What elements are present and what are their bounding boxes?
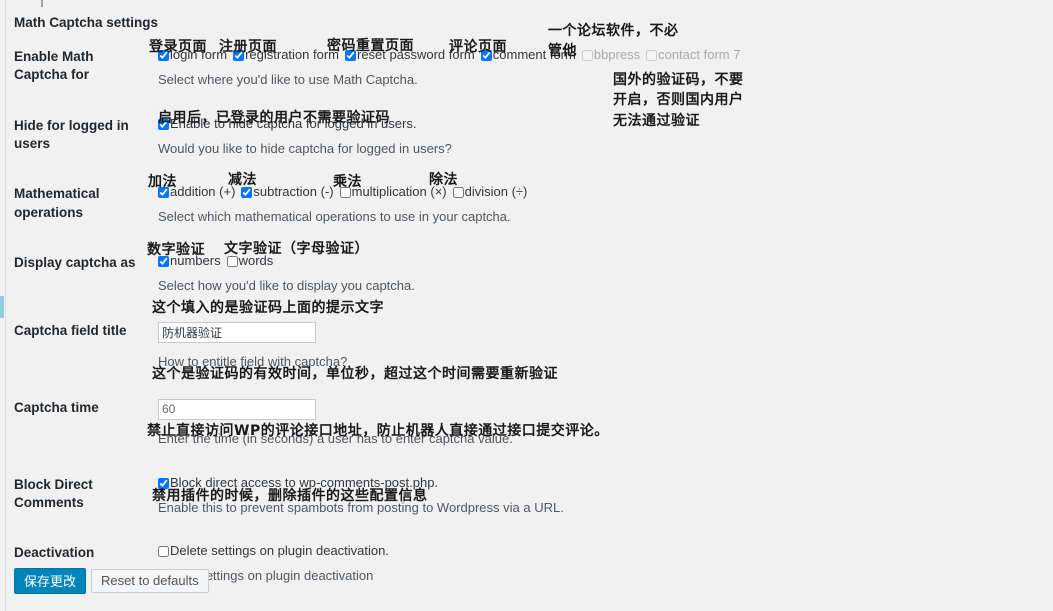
captcha-time-input[interactable] <box>158 398 316 420</box>
label-mathematical-operations: Mathematical operations <box>14 186 100 220</box>
label-enable-math-captcha-for: Enable Math Captcha for <box>14 49 94 83</box>
annotation-subtraction: 减法 <box>228 172 257 188</box>
row-hide-for-logged-in-users: Hide for logged in users Enable to hide … <box>6 103 966 172</box>
reset-to-defaults-button[interactable]: Reset to defaults <box>91 569 209 593</box>
description-deactivation: Delete settings on plugin deactivation <box>158 568 374 584</box>
settings-form-table: Math Captcha settings Enable Math Captch… <box>6 8 966 599</box>
checkbox-delete-settings[interactable]: Delete settings on plugin deactivation. <box>158 543 389 559</box>
annotation-login-page: 登录页面 <box>149 39 207 55</box>
annotation-numbers: 数字验证 <box>147 242 205 258</box>
annotation-words: 文字验证（字母验证） <box>224 241 369 257</box>
label-block-direct-comments: Block Direct Comments <box>14 476 93 510</box>
save-changes-button[interactable]: 保存更改 <box>14 568 87 594</box>
annotation-deactivation-note: 禁用插件的时候，删除插件的这些配置信息 <box>152 488 428 504</box>
form-actions: 保存更改 Reset to defaults <box>14 568 209 594</box>
annotation-foreign-captcha-note: 国外的验证码，不要 开启，否则国内用户 无法通过验证 <box>613 72 744 129</box>
description-display-as: Select how you'd like to display you cap… <box>158 277 415 293</box>
annotation-logged-in-note: 启用后，已登录的用户不需要验证码 <box>158 110 390 126</box>
annotation-reset-password-page: 密码重置页面 <box>327 38 414 54</box>
top-edge-nub <box>41 0 43 7</box>
label-captcha-time: Captcha time <box>14 399 99 415</box>
section-heading-row: Math Captcha settings <box>6 8 966 34</box>
annotation-forum-note: 一个论坛软件，不必 管他 <box>548 23 679 60</box>
row-block-direct-comments: Block Direct Comments Block direct acces… <box>6 462 966 531</box>
checkbox-label-addition: addition (+) <box>170 184 236 200</box>
annotation-captcha-time-note: 这个是验证码的有效时间，单位秒，超过这个时间需要重新验证 <box>152 366 558 382</box>
label-captcha-field-title: Captcha field title <box>14 323 127 339</box>
annotation-block-direct-note: 禁止直接访问WP的评论接口地址，防止机器人直接通过接口提交评论。 <box>147 423 609 439</box>
label-hide-for-logged-in-users: Hide for logged in users <box>14 117 129 151</box>
annotation-comment-page: 评论页面 <box>449 39 507 55</box>
annotation-addition: 加法 <box>148 174 177 190</box>
annotation-division: 除法 <box>429 172 458 188</box>
description-hide-logged-in: Would you like to hide captcha for logge… <box>158 140 452 156</box>
deactivation-checkbox-group: Delete settings on plugin deactivation. <box>158 543 956 559</box>
checkbox-division[interactable]: division (÷) <box>452 184 528 200</box>
left-edge-accent-marker <box>0 296 4 318</box>
captcha-field-title-input[interactable] <box>158 322 316 344</box>
checkbox-label-subtraction: subtraction (-) <box>253 184 334 200</box>
checkbox-label-delete-settings: Delete settings on plugin deactivation. <box>170 543 389 559</box>
description-enable-for: Select where you'd like to use Math Capt… <box>158 72 418 88</box>
page-title: Math Captcha settings <box>14 15 159 30</box>
checkbox-input-delete-settings[interactable] <box>158 546 169 558</box>
annotation-register-page: 注册页面 <box>219 39 277 55</box>
annotation-field-title-note: 这个填入的是验证码上面的提示文字 <box>152 300 384 316</box>
math-ops-checkbox-group: addition (+) subtraction (-) multiplicatio… <box>158 184 956 200</box>
settings-page: Math Captcha settings Enable Math Captch… <box>0 0 1053 611</box>
description-math-ops: Select which mathematical operations to … <box>158 209 511 225</box>
annotation-multiplication: 乘法 <box>333 174 362 190</box>
label-display-captcha-as: Display captcha as <box>14 254 136 270</box>
checkbox-label-division: division (÷) <box>464 184 528 200</box>
